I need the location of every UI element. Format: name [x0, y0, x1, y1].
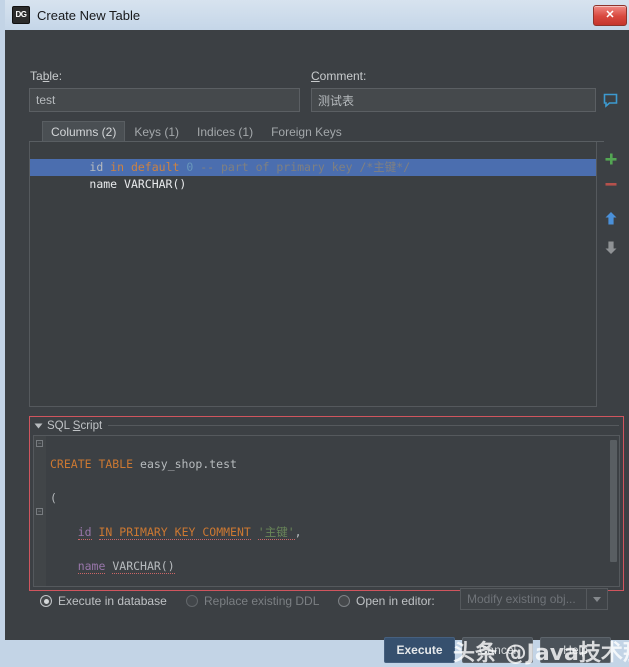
arrow-up-icon[interactable] — [600, 207, 622, 229]
help-button[interactable]: Help — [540, 637, 611, 663]
sql-code[interactable]: CREATE TABLE easy_shop.test ( id IN PRIM… — [46, 436, 608, 586]
column-default-value: 0 — [186, 160, 201, 174]
sql-script-title: SQL Script — [47, 419, 103, 432]
code-line: ( — [50, 491, 57, 505]
sql-script-header[interactable]: SQL Script — [30, 417, 623, 434]
radio-indicator — [40, 595, 52, 607]
editor-gutter: − − — [34, 436, 46, 586]
column-kw-default: default — [130, 160, 187, 174]
editor-mode-value: Modify existing obj... — [467, 592, 576, 606]
tab-indices[interactable]: Indices (1) — [188, 121, 263, 142]
tab-keys[interactable]: Keys (1) — [125, 121, 189, 142]
table-row[interactable]: id in default 0 -- part of primary key /… — [30, 142, 596, 174]
execute-button[interactable]: Execute — [384, 637, 455, 663]
datagrip-icon: DG — [12, 6, 30, 24]
close-icon[interactable]: ✕ — [593, 4, 627, 26]
sql-scrollbar[interactable] — [608, 436, 619, 586]
create-new-table-dialog: DG Create New Table ✕ Table: test Commen… — [0, 0, 629, 666]
radio-open-in-editor[interactable]: Open in editor: — [338, 594, 435, 608]
window-title-bar: DG Create New Table ✕ — [5, 0, 629, 30]
divider — [108, 425, 619, 426]
radio-indicator — [338, 595, 350, 607]
scrollbar-thumb[interactable] — [610, 440, 617, 562]
code-line: id IN PRIMARY KEY COMMENT '主键', — [77, 525, 302, 540]
radio-label: Open in editor: — [356, 594, 435, 608]
radio-label: Execute in database — [58, 594, 167, 608]
radio-indicator — [186, 595, 198, 607]
arrow-down-icon[interactable] — [600, 236, 622, 258]
radio-execute-in-database[interactable]: Execute in database — [40, 594, 167, 608]
speech-bubble-icon[interactable] — [598, 88, 622, 112]
comment-input[interactable]: 测试表 — [311, 88, 596, 112]
column-type: VARCHAR() — [124, 177, 187, 191]
plus-icon[interactable] — [600, 148, 622, 170]
table-label: Table: — [30, 69, 63, 83]
tab-foreign-keys[interactable]: Foreign Keys — [262, 121, 351, 142]
columns-list[interactable]: id in default 0 -- part of primary key /… — [29, 142, 597, 407]
radio-replace-existing-ddl[interactable]: Replace existing DDL — [186, 594, 319, 608]
editor-tabs: Columns (2) Keys (1) Indices (1) Foreign… — [42, 120, 351, 142]
comment-label: Comment: — [311, 69, 367, 83]
table-name-input[interactable]: test — [29, 88, 300, 112]
code-line: CREATE TABLE easy_shop.test — [50, 457, 237, 471]
dialog-content: Table: test Comment: 测试表 Columns (2) Key… — [10, 30, 629, 666]
chevron-down-icon[interactable] — [34, 423, 43, 428]
column-name: id — [89, 160, 111, 174]
tab-columns[interactable]: Columns (2) — [42, 121, 126, 142]
editor-mode-dropdown[interactable]: Modify existing obj... — [460, 588, 608, 610]
minus-icon[interactable] — [600, 173, 622, 195]
column-name: name — [89, 177, 125, 191]
column-kw-in: in — [110, 160, 131, 174]
cancel-button[interactable]: Cancel — [462, 637, 533, 663]
chevron-down-icon[interactable] — [586, 589, 607, 609]
column-comment: -- part of primary key /*主键*/ — [200, 160, 411, 174]
window-title: Create New Table — [37, 7, 141, 23]
fold-marker-icon[interactable]: − — [36, 508, 43, 515]
code-line: name VARCHAR() — [77, 559, 175, 574]
columns-toolbar — [598, 142, 624, 413]
fold-marker-icon[interactable]: − — [36, 440, 43, 447]
sql-script-panel: SQL Script − − CREATE TABLE easy_shop.te… — [29, 416, 624, 591]
sql-editor[interactable]: − − CREATE TABLE easy_shop.test ( id IN … — [33, 435, 620, 587]
radio-label: Replace existing DDL — [204, 594, 320, 608]
